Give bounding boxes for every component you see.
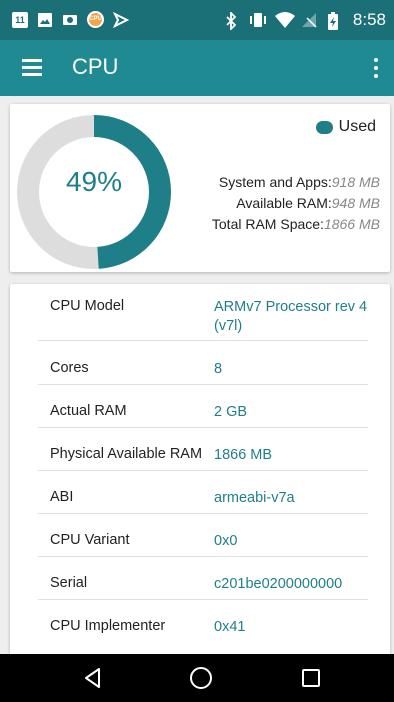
info-value: 0x0	[214, 533, 238, 549]
info-label: CPU Implementer	[50, 618, 166, 634]
image-icon	[37, 12, 53, 28]
legend-label: Used	[338, 118, 376, 135]
info-value: c201be0200000000	[214, 576, 343, 592]
back-icon[interactable]	[82, 667, 104, 689]
memory-stats: System and Apps:918 MB Available RAM:948…	[212, 172, 380, 235]
divider	[38, 340, 368, 341]
main-content[interactable]: 49% Used System and Apps:918 MB Availabl…	[0, 96, 394, 654]
info-label: Cores	[50, 360, 89, 376]
vibrate-icon	[249, 12, 266, 28]
divider	[38, 470, 368, 471]
memory-card: 49% Used System and Apps:918 MB Availabl…	[10, 104, 390, 272]
email-icon	[62, 12, 78, 28]
info-value: ARMv7 Processor rev 4 (v7l)	[214, 299, 368, 334]
stat-label: Available RAM:	[236, 195, 332, 211]
home-icon[interactable]	[190, 667, 212, 689]
app-bar: CPU	[0, 40, 394, 96]
info-value: 2 GB	[214, 404, 248, 420]
system-status-icons: 8:58	[223, 10, 386, 32]
cpu-info-card: CPU Model ARMv7 Processor rev 4 (v7l) Co…	[10, 284, 390, 654]
navigation-bar	[0, 654, 394, 702]
wifi-icon	[274, 12, 295, 28]
info-label: CPU Variant	[50, 532, 130, 548]
divider	[38, 384, 368, 385]
recents-icon[interactable]	[302, 669, 320, 687]
info-value: armeabi-v7a	[214, 490, 295, 506]
info-label: Actual RAM	[50, 403, 127, 419]
stat-value: 918 MB	[331, 174, 380, 190]
divider	[38, 556, 368, 557]
menu-icon[interactable]	[22, 59, 42, 76]
info-value: 0x41	[214, 619, 246, 635]
info-value: 8	[214, 361, 223, 377]
divider	[38, 427, 368, 428]
usage-percent: 49%	[65, 166, 123, 197]
info-value: 1866 MB	[214, 447, 273, 463]
memory-stat-row: Available RAM:948 MB	[212, 193, 380, 214]
stat-value: 948 MB	[331, 195, 380, 211]
stat-label: System and Apps:	[218, 174, 332, 190]
legend: Used	[315, 118, 376, 136]
battery-charging-icon	[327, 12, 343, 30]
memory-stat-row: Total RAM Space:1866 MB	[212, 214, 380, 235]
notification-icons: 11 CPU	[12, 11, 130, 28]
info-label: ABI	[50, 489, 74, 505]
send-icon	[112, 11, 130, 28]
clock: 8:58	[352, 10, 386, 29]
more-vert-icon[interactable]	[370, 56, 382, 80]
cpu-app-icon: CPU	[87, 11, 104, 28]
divider	[38, 599, 368, 600]
status-bar: 11 CPU 8:58	[0, 0, 394, 40]
calendar-icon: 11	[12, 11, 28, 28]
no-signal-icon	[301, 12, 317, 28]
stat-value: 1866 MB	[323, 216, 380, 232]
info-label: CPU Model	[50, 298, 125, 314]
stat-label: Total RAM Space:	[211, 216, 324, 232]
divider	[38, 513, 368, 514]
memory-stat-row: System and Apps:918 MB	[212, 172, 380, 193]
info-label: Serial	[50, 575, 88, 591]
page-title: CPU	[72, 54, 119, 79]
bluetooth-icon	[223, 10, 239, 32]
legend-swatch	[315, 120, 333, 134]
info-label: Physical Available RAM	[50, 446, 203, 462]
